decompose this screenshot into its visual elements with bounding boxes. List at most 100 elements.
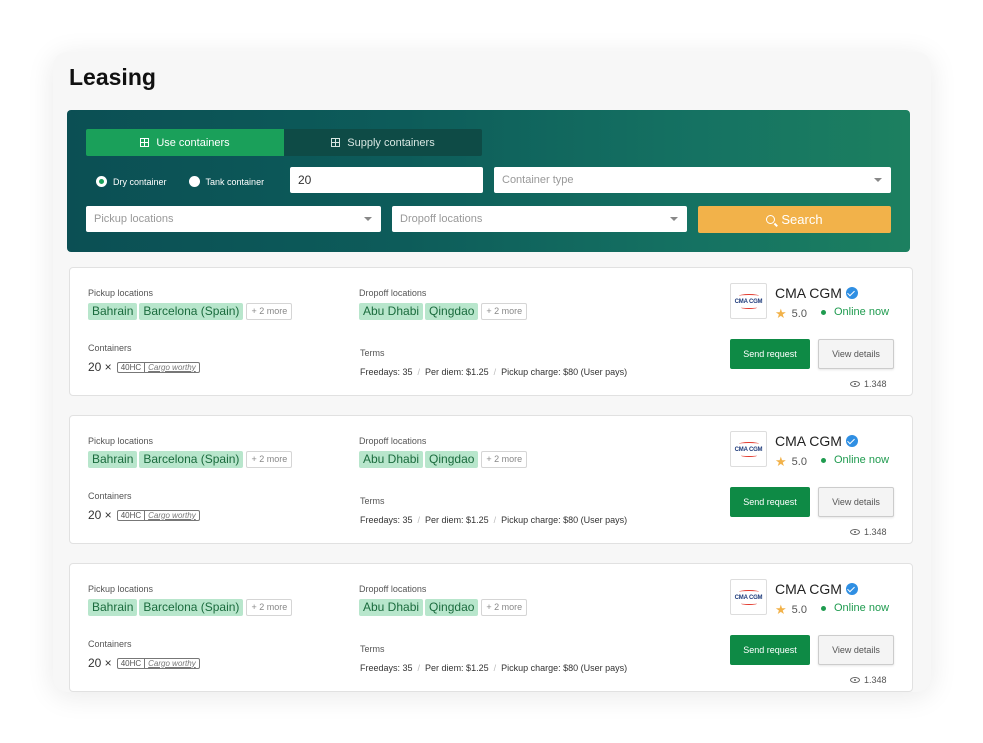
company-name-text: CMA CGM bbox=[775, 581, 842, 597]
radio-tank-container[interactable]: Tank container bbox=[188, 176, 265, 187]
term-pickup-charge: Pickup charge: $80 (User pays) bbox=[501, 663, 628, 673]
chevron-down-icon bbox=[364, 217, 372, 221]
term-per-diem: Per diem: $1.25 bbox=[425, 515, 489, 525]
dropoff-tags: Abu Dhabi Qingdao + 2 more bbox=[359, 599, 528, 616]
location-tag[interactable]: Abu Dhabi bbox=[359, 451, 424, 468]
separator: / bbox=[417, 663, 421, 673]
company-name-text: CMA CGM bbox=[775, 285, 842, 301]
container-kind-radios: Dry container Tank container bbox=[96, 176, 278, 187]
more-locations-button[interactable]: + 2 more bbox=[246, 451, 293, 468]
view-count: 1.348 bbox=[850, 527, 887, 537]
logo-text: CMA CGM bbox=[734, 446, 763, 453]
listing-card: Pickup locations Bahrain Barcelona (Spai… bbox=[69, 267, 913, 396]
container-quantity: 20 × bbox=[88, 508, 112, 522]
container-quantity: 20 × bbox=[88, 656, 112, 670]
logo-arc bbox=[740, 454, 757, 457]
dropoff-tags: Abu Dhabi Qingdao + 2 more bbox=[359, 451, 528, 468]
view-details-button[interactable]: View details bbox=[818, 635, 894, 665]
term-pickup-charge: Pickup charge: $80 (User pays) bbox=[501, 367, 628, 377]
tab-supply-containers[interactable]: Supply containers bbox=[284, 129, 482, 156]
containers-summary: 20 × 40HC Cargo worthy bbox=[88, 656, 200, 670]
location-tag[interactable]: Barcelona (Spain) bbox=[139, 451, 244, 468]
location-tag[interactable]: Qingdao bbox=[425, 451, 479, 468]
tab-label: Use containers bbox=[156, 136, 230, 149]
rating-value: 5.0 bbox=[791, 308, 807, 320]
more-locations-button[interactable]: + 2 more bbox=[481, 303, 528, 320]
chevron-down-icon bbox=[874, 178, 882, 182]
select-placeholder: Container type bbox=[502, 174, 574, 186]
separator: / bbox=[493, 367, 497, 377]
search-button-label: Search bbox=[781, 212, 823, 227]
pickup-locations-select[interactable]: Pickup locations bbox=[86, 206, 381, 232]
pickup-tags: Bahrain Barcelona (Spain) + 2 more bbox=[88, 451, 293, 468]
send-request-button[interactable]: Send request bbox=[730, 487, 810, 517]
plus-square-icon bbox=[331, 138, 341, 147]
company-name: CMA CGM bbox=[775, 581, 858, 597]
chevron-down-icon bbox=[670, 217, 678, 221]
select-placeholder: Dropoff locations bbox=[400, 213, 483, 225]
container-condition: Cargo worthy bbox=[148, 658, 196, 668]
terms-values: Freedays: 35 / Per diem: $1.25 / Pickup … bbox=[360, 663, 627, 673]
rating-value: 5.0 bbox=[791, 604, 807, 616]
company-name: CMA CGM bbox=[775, 433, 858, 449]
tab-label: Supply containers bbox=[347, 136, 435, 149]
term-freedays: Freedays: 35 bbox=[360, 663, 413, 673]
terms-values: Freedays: 35 / Per diem: $1.25 / Pickup … bbox=[360, 367, 627, 377]
container-code: 40HC bbox=[118, 362, 146, 372]
online-dot-icon bbox=[821, 309, 826, 315]
location-tag[interactable]: Barcelona (Spain) bbox=[139, 303, 244, 320]
more-locations-button[interactable]: + 2 more bbox=[481, 599, 528, 616]
container-condition: Cargo worthy bbox=[148, 362, 196, 372]
logo-arc bbox=[738, 441, 759, 446]
online-dot-icon bbox=[821, 605, 826, 611]
dropoff-locations-select[interactable]: Dropoff locations bbox=[392, 206, 687, 232]
search-button[interactable]: Search bbox=[698, 206, 891, 233]
terms-label: Terms bbox=[360, 496, 385, 506]
company-name: CMA CGM bbox=[775, 285, 858, 301]
more-locations-button[interactable]: + 2 more bbox=[246, 599, 293, 616]
location-tag[interactable]: Bahrain bbox=[88, 599, 138, 616]
more-locations-button[interactable]: + 2 more bbox=[246, 303, 293, 320]
term-freedays: Freedays: 35 bbox=[360, 367, 413, 377]
containers-summary: 20 × 40HC Cargo worthy bbox=[88, 360, 200, 374]
location-tag[interactable]: Barcelona (Spain) bbox=[139, 599, 244, 616]
separator: / bbox=[493, 663, 497, 673]
eye-icon bbox=[850, 529, 860, 535]
listing-card: Pickup locations Bahrain Barcelona (Spai… bbox=[69, 563, 913, 692]
logo-arc bbox=[740, 306, 757, 309]
view-details-button[interactable]: View details bbox=[818, 487, 894, 517]
location-tag[interactable]: Abu Dhabi bbox=[359, 599, 424, 616]
radio-checked-icon bbox=[96, 176, 107, 187]
container-badge: 40HC Cargo worthy bbox=[116, 657, 200, 669]
location-tag[interactable]: Bahrain bbox=[88, 303, 138, 320]
quantity-input[interactable]: 20 bbox=[290, 167, 483, 193]
location-tag[interactable]: Qingdao bbox=[425, 303, 479, 320]
online-dot-icon bbox=[821, 457, 826, 463]
radio-label: Tank container bbox=[205, 176, 265, 187]
term-per-diem: Per diem: $1.25 bbox=[425, 663, 489, 673]
star-icon: ★ bbox=[775, 454, 787, 469]
radio-dry-container[interactable]: Dry container bbox=[96, 176, 167, 187]
rating: ★ 5.0 bbox=[775, 454, 807, 470]
search-icon bbox=[766, 215, 776, 224]
verified-icon bbox=[845, 435, 858, 447]
view-details-button[interactable]: View details bbox=[818, 339, 894, 369]
term-pickup-charge: Pickup charge: $80 (User pays) bbox=[501, 515, 628, 525]
container-type-select[interactable]: Container type bbox=[494, 167, 891, 193]
tab-use-containers[interactable]: Use containers bbox=[86, 129, 284, 156]
location-tag[interactable]: Bahrain bbox=[88, 451, 138, 468]
pickup-label: Pickup locations bbox=[88, 288, 154, 298]
logo-text: CMA CGM bbox=[734, 594, 763, 601]
tab-bar: Use containers Supply containers bbox=[86, 129, 482, 156]
location-tag[interactable]: Qingdao bbox=[425, 599, 479, 616]
company-logo: CMA CGM bbox=[730, 431, 767, 467]
rating: ★ 5.0 bbox=[775, 602, 807, 618]
send-request-button[interactable]: Send request bbox=[730, 635, 810, 665]
company-logo: CMA CGM bbox=[730, 283, 767, 319]
company-logo: CMA CGM bbox=[730, 579, 767, 615]
send-request-button[interactable]: Send request bbox=[730, 339, 810, 369]
location-tag[interactable]: Abu Dhabi bbox=[359, 303, 424, 320]
more-locations-button[interactable]: + 2 more bbox=[481, 451, 528, 468]
dropoff-label: Dropoff locations bbox=[359, 288, 427, 298]
view-count-value: 1.348 bbox=[864, 675, 887, 685]
